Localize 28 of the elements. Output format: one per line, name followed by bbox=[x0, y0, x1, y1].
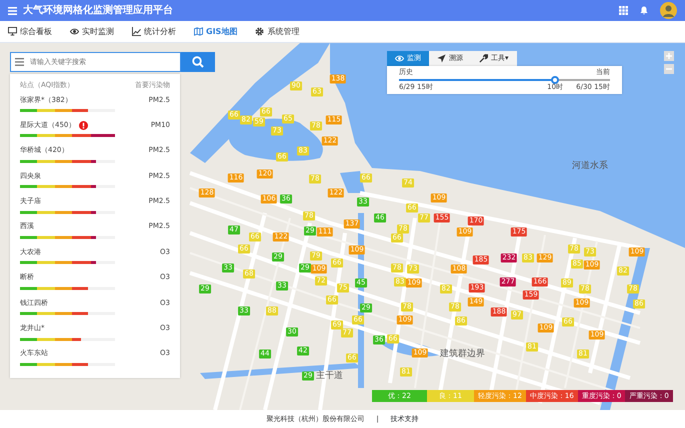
nav-tab[interactable]: GIS地图 bbox=[194, 26, 238, 38]
map-label: 河道水系 bbox=[572, 160, 608, 173]
nav-tab[interactable]: 实时监测 bbox=[70, 26, 114, 38]
search-icon bbox=[192, 56, 204, 68]
map-label: 主干道 bbox=[316, 370, 343, 383]
menu-icon[interactable] bbox=[8, 6, 17, 14]
minus-icon bbox=[666, 66, 672, 72]
map-icon bbox=[194, 27, 203, 36]
nav-tab[interactable]: 系统管理 bbox=[255, 26, 300, 38]
nav-tab[interactable]: 统计分析 bbox=[132, 26, 176, 38]
menu-icon[interactable] bbox=[15, 58, 24, 66]
eye-icon bbox=[395, 54, 404, 63]
settings-icon bbox=[255, 27, 264, 36]
line-chart-icon bbox=[132, 27, 141, 36]
app-title: 大气环境网格化监测管理应用平台 bbox=[23, 3, 173, 18]
notification-bell-icon[interactable] bbox=[640, 6, 648, 15]
search-button[interactable] bbox=[181, 52, 215, 72]
user-avatar[interactable] bbox=[660, 2, 677, 19]
timeline-slider[interactable] bbox=[399, 79, 610, 81]
plus-icon bbox=[666, 53, 672, 59]
map-label: 建筑群边界 bbox=[440, 348, 485, 361]
apps-grid-icon[interactable] bbox=[619, 6, 628, 15]
eye-icon bbox=[70, 27, 79, 36]
navigation-arrow-icon bbox=[437, 54, 446, 63]
wrench-icon bbox=[479, 54, 488, 63]
slider-thumb[interactable] bbox=[551, 76, 560, 84]
nav-tab[interactable]: 综合看板 bbox=[8, 26, 52, 38]
monitor-icon bbox=[8, 27, 17, 36]
